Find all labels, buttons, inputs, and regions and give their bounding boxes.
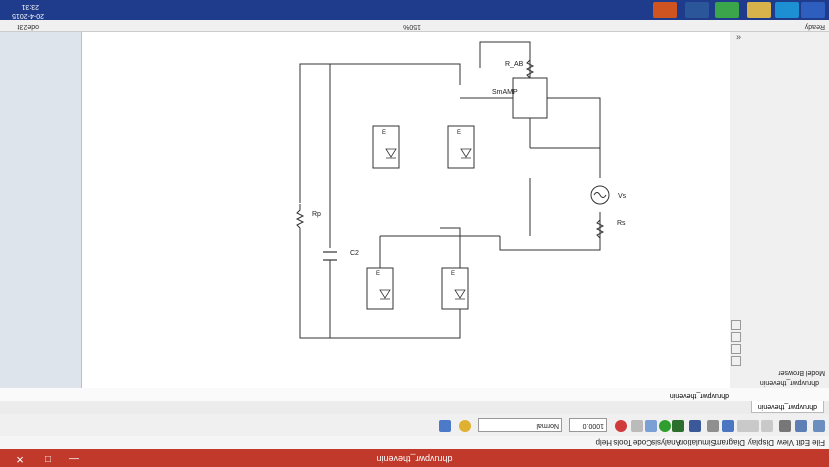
clock-date: 20-4-2015 <box>12 12 44 19</box>
status-solver: ode23t <box>17 23 39 30</box>
breadcrumb-path[interactable]: dhruvpwr_thevenin <box>670 392 729 399</box>
model-config-icon[interactable] <box>707 420 719 432</box>
zoom-in-icon[interactable] <box>731 344 741 354</box>
canvas-tool-panel: Model Browser dhruvpwr_thevenin « <box>729 32 829 388</box>
stop-time-field[interactable]: 1000.0 <box>569 418 607 432</box>
model-canvas[interactable]: Vs Rs SmAMP R_AB E E E E C2 Rp <box>82 32 730 388</box>
annotation-icon[interactable] <box>731 332 741 342</box>
screen: dhruvpwr_thevenin — □ ✕ File Edit View D… <box>0 0 829 467</box>
menu-diagram[interactable]: Diagram <box>715 438 745 447</box>
circuit-diagram: Vs Rs SmAMP R_AB E E E E C2 Rp <box>295 41 627 339</box>
advisor-icon[interactable] <box>459 420 471 432</box>
step-forward-icon[interactable] <box>645 420 657 432</box>
clock-time: 23:31 <box>21 3 39 10</box>
model-tab-row: dhruvpwr_thevenin <box>0 400 829 414</box>
rab-label: R_AB <box>505 61 524 68</box>
right-panel <box>0 32 82 388</box>
wire-rab <box>479 41 531 78</box>
taskbar: 23:31 20-4-2015 <box>0 0 829 20</box>
switch-mark: E <box>457 130 461 136</box>
wire-source-bottom <box>499 212 601 251</box>
rs-label: Rs <box>617 220 626 227</box>
meter-label: SmAMP <box>492 89 518 96</box>
model-browser-item[interactable]: dhruvpwr_thevenin <box>760 379 819 386</box>
wire-bottom-bridge <box>299 63 461 85</box>
model-browser-label: Model Browser <box>778 369 825 376</box>
window-title: dhruvpwr_thevenin <box>376 454 453 464</box>
wire-source-top <box>530 147 601 178</box>
title-bar: dhruvpwr_thevenin — □ ✕ <box>0 449 829 467</box>
menu-tools[interactable]: Tools <box>613 438 632 447</box>
menu-display[interactable]: Display <box>748 438 774 447</box>
meter-block[interactable] <box>512 77 548 119</box>
status-zoom: 150% <box>403 23 421 30</box>
tab-model[interactable]: dhruvpwr_thevenin <box>750 401 824 413</box>
undo-icon[interactable] <box>761 420 773 432</box>
maximize-button[interactable]: □ <box>37 449 59 467</box>
library-browser-icon[interactable] <box>722 420 734 432</box>
zoom-fit-icon[interactable] <box>731 356 741 366</box>
toolbar: 1000.0 Normal <box>0 413 829 436</box>
wire-top-left-leg <box>440 227 461 268</box>
collapse-icon[interactable]: « <box>736 33 741 43</box>
menu-simulation[interactable]: Simulation <box>679 438 716 447</box>
run-icon[interactable] <box>659 420 671 432</box>
new-model-icon[interactable] <box>813 420 825 432</box>
save-icon[interactable] <box>795 420 807 432</box>
print-icon[interactable] <box>779 420 791 432</box>
menu-code[interactable]: Code <box>633 438 652 447</box>
minimize-button[interactable]: — <box>63 449 85 467</box>
word-icon[interactable] <box>685 2 709 18</box>
windows-logo-icon[interactable] <box>801 2 825 18</box>
record-icon[interactable] <box>615 420 627 432</box>
wire-top-bridge <box>299 309 461 339</box>
breadcrumb: dhruvpwr_thevenin <box>0 387 829 401</box>
image-icon[interactable] <box>731 320 741 330</box>
rp-label: Rp <box>312 211 321 218</box>
close-button[interactable]: ✕ <box>9 449 31 467</box>
matlab-icon[interactable] <box>653 2 677 18</box>
up-icon[interactable] <box>737 420 749 432</box>
status-left: Ready <box>804 23 825 30</box>
wire-dc-top <box>299 309 330 339</box>
grid-icon[interactable] <box>439 420 451 432</box>
switch-mark: E <box>451 271 455 277</box>
status-bar: Ready 150% ode23t <box>0 19 829 32</box>
source-label: Vs <box>618 193 627 200</box>
ie-icon[interactable] <box>775 2 799 18</box>
menu-help[interactable]: Help <box>596 438 612 447</box>
explorer-icon[interactable] <box>689 420 701 432</box>
menu-bar: File Edit View Display Diagram Simulatio… <box>0 435 829 449</box>
stop-icon[interactable] <box>631 420 643 432</box>
switch-mark: E <box>376 271 380 277</box>
menu-view[interactable]: View <box>777 438 794 447</box>
menu-analysis[interactable]: Analysis <box>651 438 681 447</box>
menu-file[interactable]: File <box>812 438 825 447</box>
explorer-icon[interactable] <box>747 2 771 18</box>
chrome-icon[interactable] <box>715 2 739 18</box>
switch-mark: E <box>382 130 386 136</box>
menu-edit[interactable]: Edit <box>796 438 810 447</box>
cap-label: C2 <box>350 250 359 257</box>
rp-resistor[interactable] <box>295 204 305 229</box>
sim-mode-select[interactable]: Normal <box>478 418 562 432</box>
step-back-icon[interactable] <box>672 420 684 432</box>
